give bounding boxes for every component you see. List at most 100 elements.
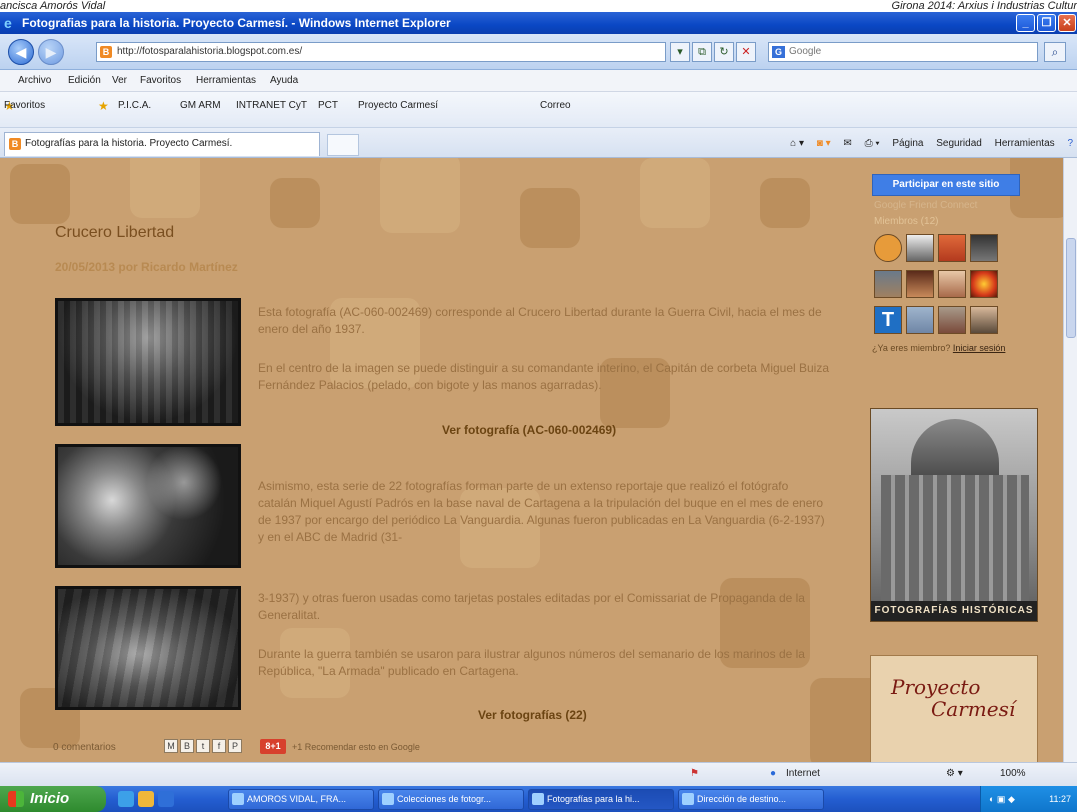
zoom-level[interactable]: 100% — [1000, 768, 1026, 779]
cmd-herramientas[interactable]: Herramientas — [995, 138, 1055, 149]
protected-mode-icon[interactable]: ⚙ ▾ — [946, 768, 963, 779]
login-link[interactable]: Iniciar sesión — [953, 343, 1006, 353]
cmd-pagina[interactable]: Página — [892, 138, 923, 149]
pinterest-share-icon[interactable]: P — [228, 739, 242, 753]
new-tab-button[interactable] — [327, 134, 359, 156]
scrollbar-thumb[interactable] — [1066, 238, 1076, 338]
minimize-button[interactable]: _ — [1016, 14, 1035, 32]
logo-line-2: Carmesí — [931, 697, 1016, 721]
member-login-text: ¿Ya eres miembro? Iniciar sesión — [872, 343, 1012, 354]
help-icon[interactable]: ? — [1067, 138, 1073, 149]
logo-line-1: Proyecto — [891, 675, 981, 699]
stop-button[interactable]: ✕ — [736, 42, 756, 62]
member-avatar[interactable] — [906, 270, 934, 298]
fav-link-gmarm[interactable]: GM ARM — [180, 98, 221, 114]
logo-text: Proyecto Carmesí — [891, 676, 1015, 720]
tray-icons[interactable]: ◐ ▣ ◆ — [989, 786, 1015, 812]
windows-taskbar: Inicio AMOROS VIDAL, FRA... Colecciones … — [0, 786, 1077, 812]
menu-ver[interactable]: Ver — [112, 70, 127, 92]
home-icon[interactable]: ⌂ ▾ — [790, 138, 804, 149]
task-label: Fotografías para la hi... — [547, 794, 640, 804]
photo-link-1[interactable]: Ver fotografía (AC-060-002469) — [442, 423, 616, 437]
address-input[interactable]: B http://fotosparalahistoria.blogspot.co… — [96, 42, 666, 62]
task-colecciones[interactable]: Colecciones de fotogr... — [378, 789, 524, 810]
post-photo-2[interactable] — [55, 444, 241, 568]
mail-icon[interactable]: ✉ — [843, 138, 851, 149]
quicklaunch-desktop-icon[interactable] — [118, 791, 134, 807]
start-button[interactable]: Inicio — [0, 786, 106, 812]
compatibility-icon[interactable]: ⧉ — [692, 42, 712, 62]
fav-link-correo[interactable]: Correo — [540, 98, 571, 114]
post-photo-3[interactable] — [55, 586, 241, 710]
member-avatar[interactable]: T — [874, 306, 902, 334]
search-placeholder: Google — [789, 46, 822, 57]
fav-link-proyecto[interactable]: Proyecto Carmesí — [358, 98, 438, 114]
menu-edicion[interactable]: Edición — [68, 70, 101, 92]
member-avatar[interactable] — [938, 306, 966, 334]
forward-button[interactable]: ▶ — [38, 39, 64, 65]
building-dome — [911, 419, 999, 479]
close-button[interactable]: ✕ — [1058, 14, 1076, 32]
search-input[interactable]: G Google — [768, 42, 1038, 62]
gplus-button[interactable]: 8+1 — [260, 739, 286, 754]
historic-photos-caption: FOTOGRAFÍAS HISTÓRICAS — [871, 601, 1037, 621]
proyecto-carmesi-logo[interactable]: Proyecto Carmesí — [870, 655, 1038, 762]
web-content: Crucero Libertad 20/05/2013 por Ricardo … — [0, 158, 1063, 762]
member-avatar[interactable] — [970, 306, 998, 334]
member-avatar[interactable] — [874, 270, 902, 298]
member-avatar[interactable] — [938, 270, 966, 298]
email-share-icon[interactable]: M — [164, 739, 178, 753]
post-title[interactable]: Crucero Libertad — [55, 224, 174, 242]
cmd-seguridad[interactable]: Seguridad — [936, 138, 982, 149]
facebook-share-icon[interactable]: f — [212, 739, 226, 753]
bg-square — [760, 178, 810, 228]
member-avatar[interactable] — [970, 234, 998, 262]
join-site-button[interactable]: Participar en este sitio — [872, 174, 1020, 196]
menu-archivo[interactable]: Archivo — [18, 70, 51, 92]
member-avatar[interactable] — [874, 234, 902, 262]
back-button[interactable]: ◀ — [8, 39, 34, 65]
member-avatar[interactable] — [938, 234, 966, 262]
task-direccion[interactable]: Dirección de destino... — [678, 789, 824, 810]
popup-blocker-icon[interactable]: ⚑ — [690, 768, 699, 779]
blog-share-icon[interactable]: B — [180, 739, 194, 753]
menu-bar: Archivo Edición Ver Favoritos Herramient… — [0, 70, 1077, 92]
search-icon[interactable]: ⌕ — [1044, 42, 1066, 62]
rss-icon[interactable]: ◙ ▾ — [817, 138, 831, 149]
comments-link[interactable]: 0 comentarios — [53, 742, 116, 753]
friend-connect-label: Google Friend Connect — [874, 200, 978, 211]
historic-photos-widget[interactable]: FOTOGRAFÍAS HISTÓRICAS — [870, 408, 1038, 622]
address-dropdown-button[interactable]: ▾ — [670, 42, 690, 62]
window-titlebar[interactable]: e Fotografias para la historia. Proyecto… — [0, 12, 1077, 34]
document-caption: ancisca Amorós Vidal Girona 2014: Arxius… — [0, 0, 1077, 12]
fav-link-pica[interactable]: P.I.C.A. — [118, 98, 151, 114]
globe-icon: ● — [770, 768, 777, 779]
caption-left: ancisca Amorós Vidal — [0, 0, 106, 12]
quicklaunch-ie-icon[interactable] — [158, 791, 174, 807]
google-icon: G — [772, 46, 785, 58]
print-icon[interactable]: ⎙ ▾ — [865, 138, 880, 149]
blogger-tab-icon: B — [9, 138, 21, 150]
twitter-share-icon[interactable]: t — [196, 739, 210, 753]
menu-favoritos[interactable]: Favoritos — [140, 70, 181, 92]
menu-ayuda[interactable]: Ayuda — [270, 70, 298, 92]
task-fotografias[interactable]: Fotografías para la hi... — [528, 789, 674, 810]
task-amoros[interactable]: AMOROS VIDAL, FRA... — [228, 789, 374, 810]
quicklaunch-folder-icon[interactable] — [138, 791, 154, 807]
tab-active[interactable]: B Fotografías para la historia. Proyecto… — [4, 132, 320, 156]
bg-square — [10, 164, 70, 224]
refresh-button[interactable]: ↻ — [714, 42, 734, 62]
member-avatar[interactable] — [906, 234, 934, 262]
menu-herramientas[interactable]: Herramientas — [196, 70, 256, 92]
photos-link-22[interactable]: Ver fotografías (22) — [478, 708, 587, 722]
post-photo-1[interactable] — [55, 298, 241, 426]
member-avatar[interactable] — [970, 270, 998, 298]
vertical-scrollbar[interactable] — [1063, 158, 1077, 762]
task-label: Colecciones de fotogr... — [397, 794, 492, 804]
command-bar: ⌂ ▾ ◙ ▾ ✉ ⎙ ▾ Página Seguridad Herramien… — [780, 134, 1073, 154]
member-avatar[interactable] — [906, 306, 934, 334]
maximize-button[interactable]: ❐ — [1037, 14, 1056, 32]
fav-link-pct[interactable]: PCT — [318, 98, 338, 114]
fav-link-intranet[interactable]: INTRANET CyT — [236, 98, 307, 114]
post-paragraph-1: Esta fotografía (AC-060-002469) correspo… — [258, 305, 822, 336]
